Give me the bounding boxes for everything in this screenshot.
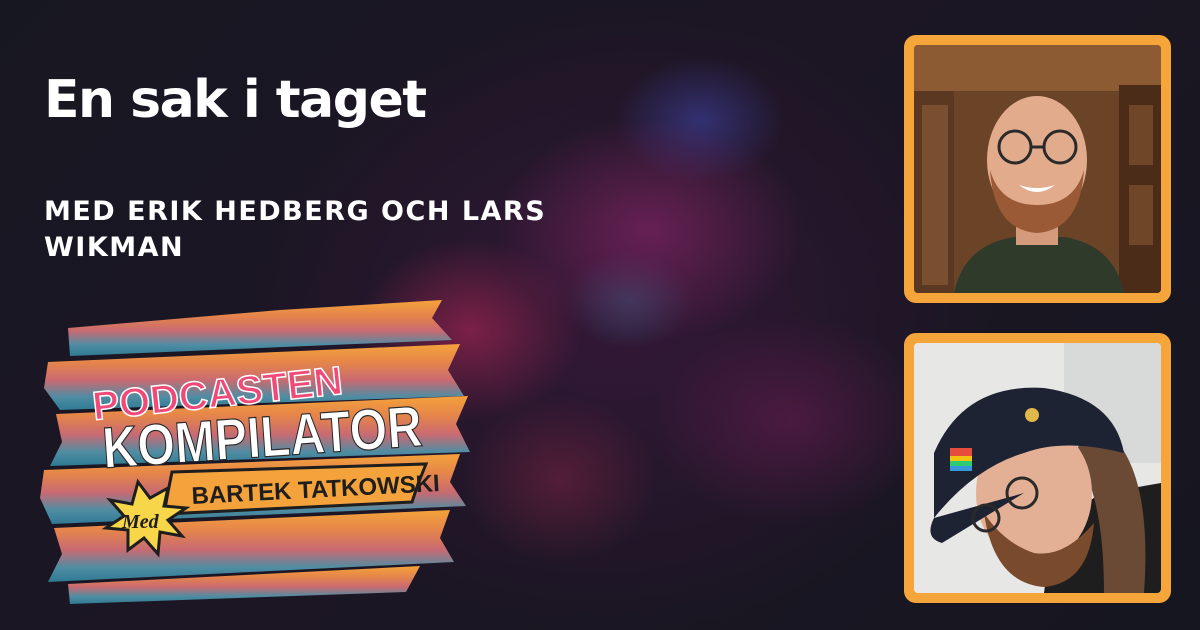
episode-guests: Med Erik Hedberg och Lars Wikman [44,196,547,263]
host-photo-frame [904,35,1171,303]
guest-photo-frame [904,333,1171,603]
guest-photo [914,343,1161,593]
episode-cover: En sak i taget Med Erik Hedberg och Lars… [0,0,1200,630]
episode-title: En sak i taget [44,70,427,130]
host-photo [914,45,1161,293]
podcast-logo: PODCASTEN KOMPILATOR BARTEK TATKOWSKI Me… [40,292,470,610]
burst-med-text: Med [121,511,160,533]
